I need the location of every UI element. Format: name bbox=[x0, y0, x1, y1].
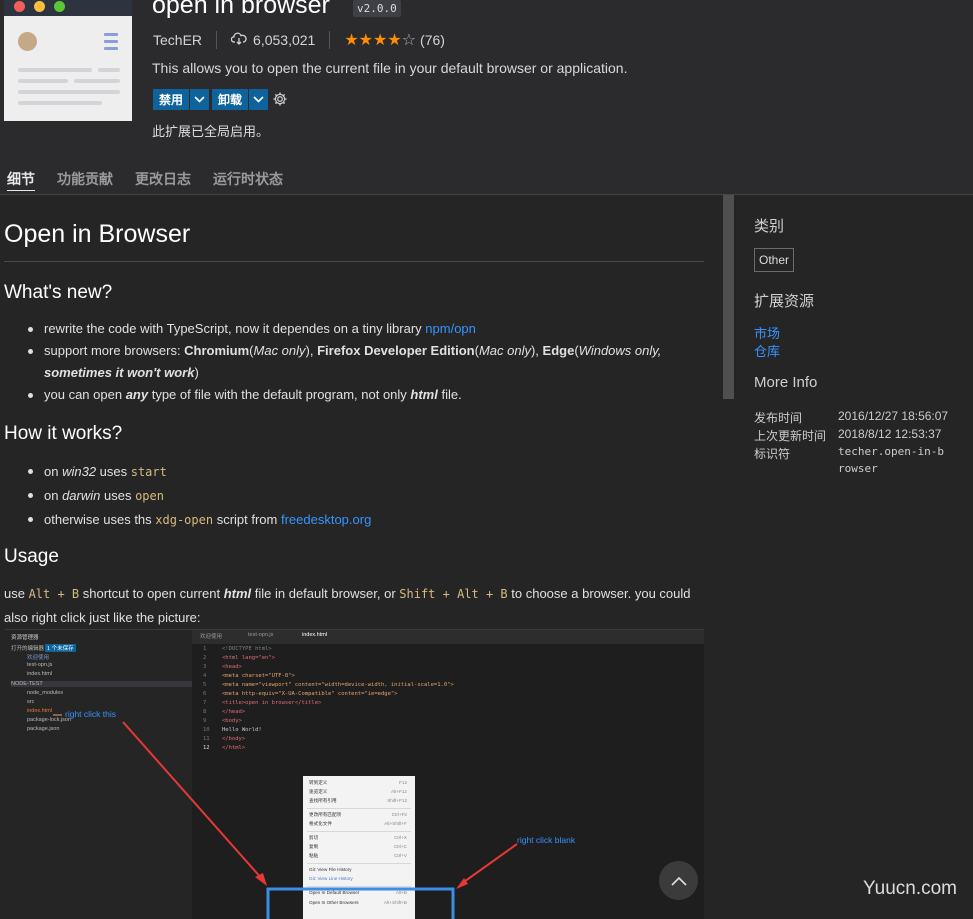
chevron-down-icon[interactable] bbox=[189, 89, 209, 110]
window-dot-icon bbox=[14, 1, 25, 12]
tab-changelog[interactable]: 更改日志 bbox=[135, 169, 191, 191]
uninstall-button[interactable]: 卸载 bbox=[212, 89, 269, 110]
marketplace-link[interactable]: 市场 bbox=[754, 323, 780, 342]
readme-scrollbar[interactable] bbox=[723, 195, 734, 399]
publisher-link[interactable]: TechER bbox=[153, 32, 202, 48]
usage-paragraph: use Alt + B shortcut to open current htm… bbox=[4, 586, 691, 625]
category-heading: 类别 bbox=[754, 218, 785, 235]
annotation-right-click-file: right click this bbox=[65, 709, 117, 719]
usage-heading: Usage bbox=[4, 546, 59, 567]
how-it-works-heading: How it works? bbox=[4, 423, 123, 444]
updated-value: 2018/8/12 12:53:37 bbox=[838, 427, 942, 441]
watermark: Yuucn.com bbox=[863, 878, 957, 899]
star-icon: ★ bbox=[387, 32, 402, 49]
rating-stars[interactable]: ★★★★☆ bbox=[344, 30, 416, 50]
chevron-down-icon[interactable] bbox=[248, 89, 268, 110]
extension-icon bbox=[4, 0, 132, 121]
list-item: on darwin uses open bbox=[28, 484, 684, 508]
star-icon: ★ bbox=[373, 32, 388, 49]
avatar-circle-icon bbox=[18, 32, 37, 51]
version-badge: v2.0.0 bbox=[353, 0, 401, 17]
usage-screenshot: 资源管理器 打开的编辑器 1 个未保存 欢迎使用 test-opn.js ind… bbox=[5, 629, 704, 919]
published-value: 2016/12/27 18:56:07 bbox=[838, 409, 949, 423]
list-item: rewrite the code with TypeScript, now it… bbox=[28, 318, 684, 340]
detail-tabs: 细节 功能贡献 更改日志 运行时状态 bbox=[7, 169, 305, 191]
tab-details[interactable]: 细节 bbox=[7, 169, 35, 191]
gear-icon[interactable] bbox=[272, 91, 288, 110]
cloud-download-icon bbox=[230, 32, 247, 48]
repository-link[interactable]: 仓库 bbox=[754, 341, 780, 360]
category-tag[interactable]: Other bbox=[754, 248, 795, 272]
extension-sidebar: 类别 Other 扩展资源 市场 仓库 More Info 发布时间 2016/… bbox=[734, 195, 973, 919]
star-icon: ★ bbox=[358, 32, 374, 49]
extension-header: open in browser v2.0.0 TechER 6,053,021 … bbox=[0, 0, 973, 195]
disable-button[interactable]: 禁用 bbox=[153, 89, 210, 110]
list-item: on win32 uses start bbox=[28, 460, 684, 484]
freedesktop-link[interactable]: freedesktop.org bbox=[281, 512, 371, 527]
scroll-to-top-button[interactable] bbox=[659, 861, 698, 900]
extension-description: This allows you to open the current file… bbox=[152, 60, 628, 76]
annotation-right-click-blank: right click blank bbox=[517, 835, 576, 845]
tab-runtime-status[interactable]: 运行时状态 bbox=[213, 169, 283, 191]
star-empty-icon: ☆ bbox=[401, 32, 417, 49]
annotation-arrows bbox=[53, 714, 518, 919]
list-item: support more browsers: Chromium(Mac only… bbox=[28, 340, 684, 384]
resources-heading: 扩展资源 bbox=[754, 293, 815, 310]
menu-icon bbox=[104, 33, 118, 36]
extension-meta: TechER 6,053,021 ★★★★☆ (76) bbox=[153, 30, 445, 50]
more-info-heading: More Info bbox=[754, 374, 818, 391]
enabled-status: 此扩展已全局启用。 bbox=[152, 124, 270, 139]
install-count: 6,053,021 bbox=[253, 32, 316, 48]
extension-name: open in browser bbox=[152, 0, 330, 19]
star-icon: ★ bbox=[344, 32, 359, 49]
chevron-up-icon bbox=[670, 876, 687, 886]
window-dot-icon bbox=[54, 1, 65, 12]
published-label: 发布时间 bbox=[754, 411, 803, 425]
list-item: you can open any type of file with the d… bbox=[28, 384, 684, 406]
identifier-label: 标识符 bbox=[754, 447, 791, 461]
readme-title: Open in Browser bbox=[4, 220, 191, 248]
npm-opn-link[interactable]: npm/opn bbox=[425, 321, 476, 336]
list-item: otherwise uses ths xdg-open script from … bbox=[28, 508, 684, 532]
readme-content: Open in Browser What's new? rewrite the … bbox=[0, 195, 722, 919]
whats-new-list: rewrite the code with TypeScript, now it… bbox=[22, 318, 684, 406]
rating-count: (76) bbox=[420, 32, 445, 48]
identifier-value: techer.open-in-browser bbox=[838, 445, 944, 475]
how-it-works-list: on win32 uses start on darwin uses open … bbox=[22, 460, 684, 532]
updated-label: 上次更新时间 bbox=[754, 429, 827, 443]
window-dot-icon bbox=[34, 1, 45, 12]
whats-new-heading: What's new? bbox=[4, 282, 113, 303]
tab-contributions[interactable]: 功能贡献 bbox=[57, 169, 113, 191]
